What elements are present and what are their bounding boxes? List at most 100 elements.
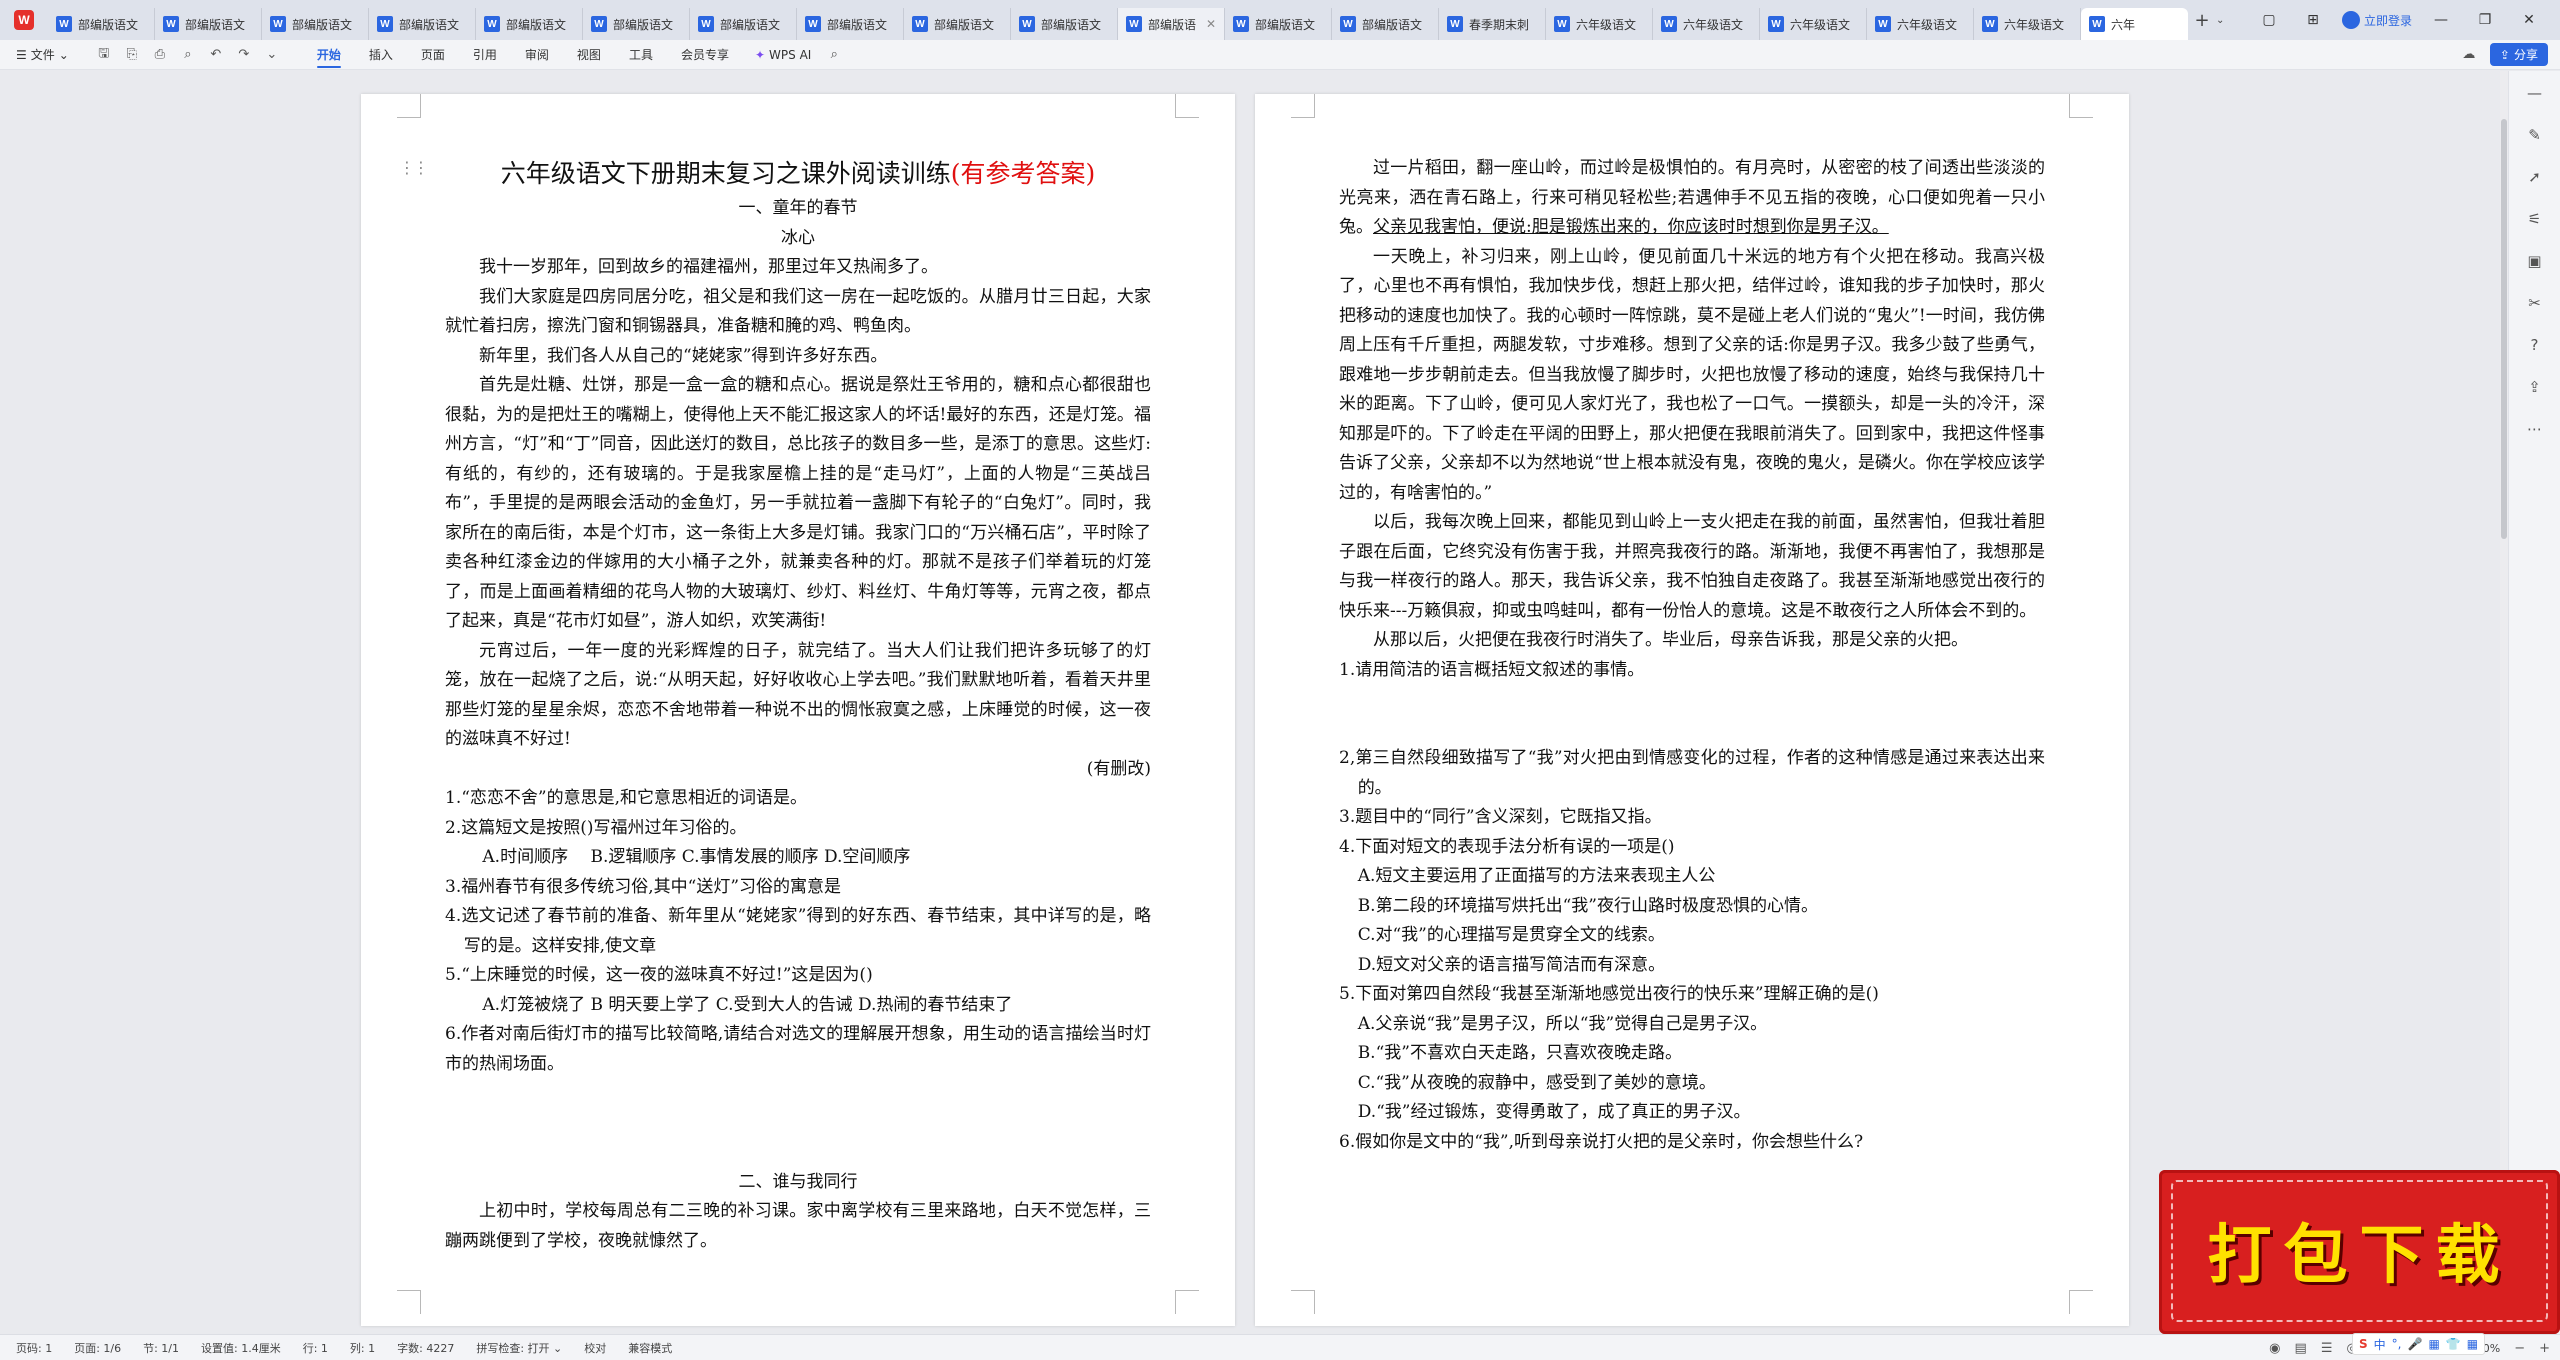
status-item[interactable]: 拼写检查: 打开 ⌄ [476,1340,584,1356]
more-chevron-icon[interactable]: ⌄ [261,44,283,66]
redo-icon[interactable]: ↷ [233,44,255,66]
ribbon-tab[interactable]: 页面 [407,40,459,70]
pen-icon[interactable]: ✎ [2525,125,2545,145]
document-tab[interactable]: W 六年级语文 [1653,8,1760,40]
wps-ai-icon: ✦ [754,47,766,62]
document-tab[interactable]: W 部编版语 ✕ [1118,8,1225,40]
drag-handle-icon[interactable]: ⋮⋮ [399,158,429,177]
wps-ai-button[interactable]: ✦ WPS AI [743,48,823,62]
document-tab[interactable]: W 春季期末刺 [1439,8,1546,40]
document-tab[interactable]: W 六年 [2081,8,2188,40]
word-doc-icon: W [2089,16,2105,32]
document-tab[interactable]: W 部编版语文 [369,8,476,40]
ime-item[interactable]: 👕 [2446,1337,2461,1351]
more-icon[interactable]: ⋯ [2525,419,2545,439]
word-doc-icon: W [1875,16,1891,32]
tools-icon[interactable]: ✂ [2525,293,2545,313]
print-icon[interactable]: ⎙ [149,44,171,66]
document-tab[interactable]: W 部编版语文 [904,8,1011,40]
document-tab[interactable]: W 六年级语文 [1974,8,2081,40]
question-5-option: C.“我”从夜晚的寂静中，感受到了美妙的意境。 [1357,1072,1716,1093]
tab-label: 部编版语文 [185,17,246,32]
document-tab[interactable]: W 部编版语文 [1225,8,1332,40]
ime-item[interactable]: 中 [2374,1336,2386,1353]
page-2[interactable]: 过一片稻田，翻一座山岭，而过岭是极惧怕的。有月亮时，从密密的枝了间透出些淡淡的光… [1255,94,2129,1326]
page-2-content[interactable]: 过一片稻田，翻一座山岭，而过岭是极惧怕的。有月亮时，从密密的枝了间透出些淡淡的光… [1339,154,2045,1157]
outline-view-icon[interactable]: ☰ [2321,1341,2333,1356]
ime-item[interactable]: ▦ [2467,1337,2478,1351]
page-1-content[interactable]: 六年级语文下册期末复习之课外阅读训练(有参考答案) 一、童年的春节 冰心 我十一… [445,154,1151,1256]
status-bar: 页码: 1 页面: 1/6 节: 1/1 设置值: 1.4厘米 行: 1 列: 1 字数: … [0,1334,2560,1360]
help-icon[interactable]: ? [2525,335,2545,355]
ribbon-tab[interactable]: 开始 [303,40,355,70]
ribbon-tab[interactable]: 引用 [459,40,511,70]
style-icon[interactable]: ▣ [2525,251,2545,271]
ribbon-tab[interactable]: 工具 [615,40,667,70]
select-cursor-icon[interactable]: ➚ [2525,167,2545,187]
login-button[interactable]: 立即登录 [2341,11,2412,29]
zoom-out-icon[interactable]: − [2514,1341,2525,1356]
ribbon-tab[interactable]: 会员专享 [667,40,743,70]
ribbon-tab[interactable]: 插入 [355,40,407,70]
document-tab[interactable]: W 部编版语文 [690,8,797,40]
document-canvas[interactable]: ⋮⋮ 六年级语文下册期末复习之课外阅读训练(有参考答案) 一、童年的春节 冰心 … [0,71,2508,1334]
adjust-icon[interactable]: ⚟ [2525,209,2545,229]
paragraph: 从那以后，火把便在我夜行时消失了。毕业后，母亲告诉我，那是父亲的火把。 [1373,630,1968,650]
question-5: 5.“上床睡觉的时候，这一夜的滋味真不好过!”这是因为() [445,965,873,985]
minimize-panel-icon[interactable]: — [2525,83,2545,103]
ime-item[interactable]: 🎤 [2408,1337,2423,1351]
status-item[interactable]: 校对 [584,1340,628,1356]
document-tab[interactable]: W 部编版语文 [1011,8,1118,40]
chevron-down-icon: ⌄ [58,47,69,62]
login-label: 立即登录 [2363,13,2412,28]
document-tabs: W 部编版语文 W 部编版语文 W 部编版语文 W 部编版语文 W 部编版语文 W 部编版语文 W 部编版… [48,0,2188,40]
file-menu[interactable]: ☰ 文件 ⌄ [16,46,69,63]
layout-icon[interactable]: ▢ [2254,12,2284,28]
page-view-icon[interactable]: ▤ [2295,1341,2307,1356]
document-tab[interactable]: W 六年级语文 [1546,8,1653,40]
question-1: 1.请用简洁的语言概括短文叙述的事情。 [1339,659,1645,680]
title-answer-note: (有参考答案) [950,159,1096,188]
eye-protection-icon[interactable]: ◉ [2269,1341,2280,1356]
document-tab[interactable]: W 部编版语文 [48,8,155,40]
undo-icon[interactable]: ↶ [205,44,227,66]
ime-item[interactable]: ▦ [2428,1337,2439,1351]
document-tab[interactable]: W 部编版语文 [797,8,904,40]
search-icon[interactable]: ⌕ [823,44,845,66]
ribbon-tab[interactable]: 审阅 [511,40,563,70]
document-tab[interactable]: W 部编版语文 [262,8,369,40]
restore-button[interactable]: ❐ [2470,12,2500,28]
document-tab[interactable]: W 六年级语文 [1760,8,1867,40]
document-tab[interactable]: W 部编版语文 [155,8,262,40]
answer-space [1339,685,2045,744]
ribbon-tab[interactable]: 视图 [563,40,615,70]
document-tab[interactable]: W 部编版语文 [583,8,690,40]
tab-label: 部编版语文 [506,17,567,32]
sogou-logo-icon: S [2359,1337,2368,1351]
close-tab-icon[interactable]: ✕ [1206,17,1216,31]
save-icon[interactable]: 🖫 [93,44,115,66]
share-button[interactable]: ⇪ 分享 [2489,43,2548,66]
download-banner[interactable]: 打包下载 [2159,1170,2560,1334]
page-1[interactable]: ⋮⋮ 六年级语文下册期末复习之课外阅读训练(有参考答案) 一、童年的春节 冰心 … [361,94,1235,1326]
word-doc-icon: W [484,16,500,32]
cloud-sync-icon[interactable]: ☁ [2458,44,2480,66]
ime-item[interactable]: °, [2392,1337,2402,1351]
zoom-in-icon[interactable]: + [2539,1341,2550,1356]
new-tab-button[interactable]: + [2188,0,2216,40]
chevron-down-icon[interactable]: ⌄ [2216,15,2236,26]
close-window-button[interactable]: ✕ [2514,12,2544,28]
share-panel-icon[interactable]: ⇪ [2525,377,2545,397]
document-tab[interactable]: W 六年级语文 [1867,8,1974,40]
vertical-scrollbar[interactable] [2500,71,2508,1334]
apps-icon[interactable]: ⊞ [2298,12,2328,28]
ime-toolbar[interactable]: S 中 °, 🎤 ▦ 👕 ▦ [2352,1333,2486,1355]
document-tab[interactable]: W 部编版语文 [1332,8,1439,40]
scrollbar-thumb[interactable] [2501,119,2507,539]
wps-logo[interactable]: W [0,0,48,40]
document-tab[interactable]: W 部编版语文 [476,8,583,40]
print-preview-icon[interactable]: ⌕ [177,44,199,66]
export-pdf-icon[interactable]: ⎘ [121,44,143,66]
minimize-button[interactable]: — [2426,12,2456,28]
file-menu-label: 文件 [30,48,55,62]
